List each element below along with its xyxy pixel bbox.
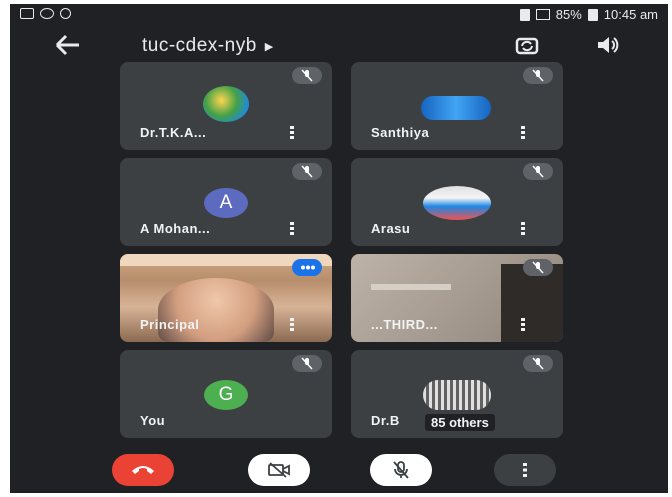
- switch-camera-icon[interactable]: [514, 32, 540, 58]
- notification-icons: [20, 8, 71, 19]
- speaker-icon[interactable]: [594, 32, 620, 58]
- avatar: [423, 380, 491, 410]
- mic-off-icon: [301, 357, 313, 370]
- speaking-indicator: [292, 259, 322, 276]
- mic-off-icon: [301, 69, 313, 82]
- mic-muted-indicator: [523, 67, 553, 84]
- mic-toggle-button[interactable]: [370, 454, 432, 486]
- mic-off-icon: [532, 357, 544, 370]
- participant-tile[interactable]: Santhiya: [351, 62, 563, 150]
- mic-muted-indicator: [292, 67, 322, 84]
- participant-tile[interactable]: A A Mohan...: [120, 158, 332, 246]
- mic-muted-indicator: [523, 163, 553, 180]
- more-vert-icon[interactable]: [290, 318, 294, 332]
- whatsapp-icon: [40, 8, 54, 19]
- camera-toggle-button[interactable]: [248, 454, 310, 486]
- avatar: [203, 86, 249, 122]
- participant-name: A Mohan...: [140, 221, 211, 236]
- more-vert-icon[interactable]: [290, 222, 294, 236]
- participant-name: Arasu: [371, 221, 411, 236]
- participant-tile[interactable]: ...THIRD...: [351, 254, 563, 342]
- more-options-button[interactable]: [494, 454, 556, 486]
- mic-off-icon: [532, 69, 544, 82]
- participant-tile-others[interactable]: Dr.B 85 others: [351, 350, 563, 438]
- more-vert-icon[interactable]: [521, 126, 525, 140]
- participant-name: Santhiya: [371, 125, 430, 140]
- battery-level: 85%: [555, 7, 582, 22]
- avatar: G: [204, 380, 248, 410]
- participant-tile[interactable]: Arasu: [351, 158, 563, 246]
- participant-tile-self[interactable]: G You: [120, 350, 332, 438]
- call-controls: [10, 448, 668, 493]
- mic-off-icon: [301, 165, 313, 178]
- others-count[interactable]: 85 others: [425, 414, 495, 431]
- mic-muted-indicator: [292, 355, 322, 372]
- avatar: [421, 96, 491, 120]
- end-call-button[interactable]: [112, 454, 174, 486]
- system-status: 85% 10:45 am: [519, 7, 658, 22]
- participant-name: ...THIRD...: [371, 317, 438, 332]
- participant-tile[interactable]: Dr.T.K.A...: [120, 62, 332, 150]
- more-vert-icon[interactable]: [290, 126, 294, 140]
- avatar-initial: A: [219, 192, 233, 213]
- participant-tile[interactable]: Principal: [120, 254, 332, 342]
- more-vert-icon[interactable]: [521, 222, 525, 236]
- meeting-code: tuc-cdex-nyb: [142, 35, 257, 56]
- chevron-right-icon: ▶: [264, 40, 274, 53]
- meeting-title[interactable]: tuc-cdex-nyb ▶: [142, 35, 274, 57]
- avatar: A: [204, 188, 248, 218]
- mic-muted-indicator: [292, 163, 322, 180]
- battery-icon: [587, 8, 598, 21]
- meeting-header: tuc-cdex-nyb ▶: [10, 26, 668, 66]
- record-icon: [60, 8, 71, 19]
- gallery-icon: [20, 8, 34, 19]
- mic-off-icon: [393, 461, 409, 479]
- mic-off-icon: [532, 261, 544, 274]
- avatar-initial: G: [218, 384, 234, 405]
- mic-muted-indicator: [523, 259, 553, 276]
- status-bar: 85% 10:45 am: [10, 4, 668, 26]
- audio-level-icon: [301, 265, 315, 270]
- clock: 10:45 am: [603, 7, 658, 22]
- more-vert-icon[interactable]: [521, 318, 525, 332]
- mic-muted-indicator: [523, 355, 553, 372]
- participant-name: Dr.T.K.A...: [140, 125, 207, 140]
- mic-off-icon: [532, 165, 544, 178]
- participant-name: Principal: [140, 317, 200, 332]
- camera-off-icon: [268, 462, 290, 478]
- end-call-icon: [132, 466, 154, 474]
- avatar: [423, 186, 491, 220]
- more-vert-icon: [523, 463, 527, 477]
- meet-screen: 85% 10:45 am tuc-cdex-nyb ▶ Dr.T.K.A...: [10, 4, 668, 493]
- participant-name: Dr.B: [371, 413, 400, 428]
- signal-icon: [535, 9, 550, 20]
- alarm-icon: [519, 8, 530, 21]
- participant-name: You: [140, 413, 166, 428]
- back-arrow-icon[interactable]: [54, 32, 82, 58]
